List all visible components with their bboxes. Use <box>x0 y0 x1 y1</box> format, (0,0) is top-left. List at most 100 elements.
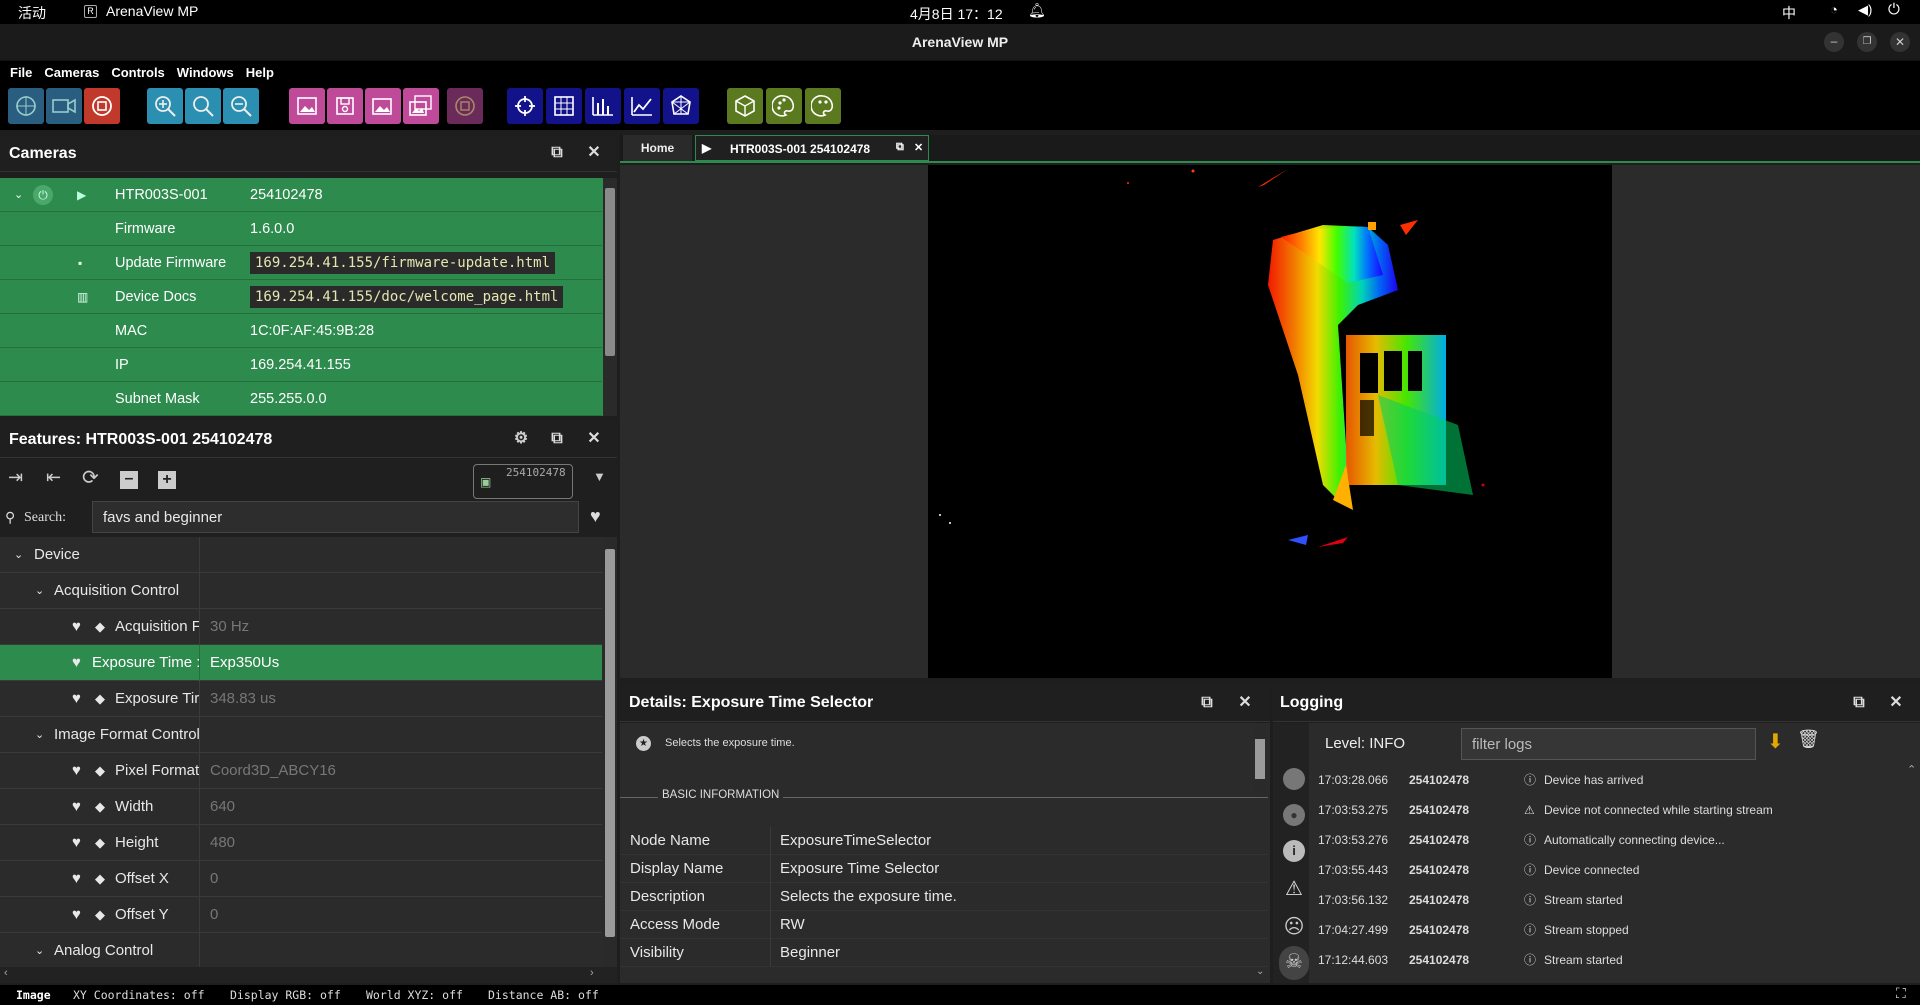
grid-icon[interactable] <box>546 88 582 124</box>
heart-icon[interactable]: ♥ <box>72 681 81 717</box>
feature-value[interactable]: 348.83 us <box>210 681 276 717</box>
log-filter-debug-icon[interactable]: ● <box>1283 804 1305 826</box>
update-firmware-link[interactable]: 169.254.41.155/firmware-update.html <box>250 252 556 274</box>
menu-help[interactable]: Help <box>236 61 274 85</box>
feature-value[interactable]: 0 <box>210 861 218 897</box>
feature-value[interactable]: 0 <box>210 897 218 933</box>
log-filter-warning-icon[interactable]: ⚠ <box>1282 876 1306 900</box>
feature-row[interactable]: ♥ ◆ Exposure Tir 348.83 us <box>0 681 602 717</box>
menu-file[interactable]: File <box>0 61 32 85</box>
multi-image-icon[interactable] <box>403 88 439 124</box>
activities-button[interactable]: 活动 <box>18 3 46 23</box>
chevron-down-icon[interactable]: ⌄ <box>35 573 44 609</box>
zoom-out-icon[interactable] <box>223 88 259 124</box>
search-input[interactable]: favs and beginner <box>92 501 579 533</box>
heart-icon[interactable]: ♥ <box>72 861 81 897</box>
menu-cameras[interactable]: Cameras <box>34 61 99 85</box>
log-filter-info-icon[interactable]: i <box>1283 840 1305 862</box>
details-scrollbar[interactable] <box>1254 727 1266 797</box>
heart-icon[interactable]: ♥ <box>72 789 81 825</box>
wifi-icon[interactable]: ◔ <box>1830 2 1838 17</box>
feature-group-device[interactable]: ⌄ Device <box>0 537 602 573</box>
heart-icon[interactable]: ♥ <box>72 753 81 789</box>
feature-row[interactable]: ♥ ◆ Offset X 0 <box>0 861 602 897</box>
refresh-icon[interactable]: ⟳ <box>82 465 99 490</box>
feature-row[interactable]: ♥ ◆ Width 640 <box>0 789 602 825</box>
feature-group-image-format[interactable]: ⌄ Image Format Control <box>0 717 602 753</box>
tag-icon[interactable]: ◆ <box>95 861 105 897</box>
undock-icon[interactable]: ⧉ <box>548 144 566 162</box>
feature-group-analog[interactable]: ⌄ Analog Control <box>0 933 602 967</box>
features-scrollbar[interactable] <box>603 537 617 967</box>
play-icon[interactable]: ▶ <box>77 178 86 212</box>
menu-controls[interactable]: Controls <box>101 61 164 85</box>
tag-icon[interactable]: ◆ <box>95 789 105 825</box>
undock-icon[interactable]: ⧉ <box>1198 694 1216 712</box>
menu-windows[interactable]: Windows <box>167 61 234 85</box>
filter-logs-input[interactable]: filter logs <box>1461 728 1756 760</box>
fullscreen-icon[interactable]: ⛶ <box>1896 986 1906 1002</box>
crosshair-circle-icon[interactable] <box>8 88 44 124</box>
close-icon[interactable]: ✕ <box>1887 694 1905 712</box>
polygon-icon[interactable] <box>663 88 699 124</box>
features-hscrollbar[interactable]: ‹ › <box>0 967 617 983</box>
feature-value[interactable]: 480 <box>210 825 235 861</box>
close-tab-icon[interactable]: ✕ <box>914 141 923 154</box>
log-filter-fatal-icon[interactable]: ☠ <box>1279 946 1309 980</box>
device-docs-link[interactable]: 169.254.41.155/doc/welcome_page.html <box>250 286 564 308</box>
feature-value[interactable]: 640 <box>210 789 235 825</box>
close-icon[interactable]: ✕ <box>585 430 603 448</box>
tab-stream[interactable]: ▶ HTR003S-001 254102478 ⧉ ✕ <box>695 135 929 161</box>
volume-icon[interactable]: ◀) <box>1858 2 1872 18</box>
close-icon[interactable]: ✕ <box>585 144 603 162</box>
feature-row-selected[interactable]: ♥ Exposure Time : Exp350Us <box>0 645 602 681</box>
export-icon[interactable]: ⇥ <box>8 467 23 488</box>
feature-value[interactable]: Exp350Us <box>210 645 279 681</box>
cameras-scrollbar[interactable] <box>603 178 617 416</box>
chevron-down-icon[interactable]: ⌄ <box>35 717 44 753</box>
tag-icon[interactable]: ◆ <box>95 753 105 789</box>
import-icon[interactable]: ⇤ <box>46 467 61 488</box>
power-icon[interactable]: ⏻ <box>1888 1 1900 18</box>
chevron-down-icon[interactable]: ⌄ <box>14 537 23 573</box>
log-filter-all-icon[interactable] <box>1283 768 1305 790</box>
heart-icon[interactable]: ♥ <box>72 897 81 933</box>
collapse-all-icon[interactable]: – <box>120 471 138 489</box>
heart-icon[interactable]: ♥ <box>72 645 81 681</box>
clock[interactable]: 4月8日 17：12 <box>910 4 1003 24</box>
gear-icon[interactable]: ⚙ <box>512 430 530 448</box>
undock-icon[interactable]: ⧉ <box>1850 694 1868 712</box>
feature-value[interactable]: Coord3D_ABCY16 <box>210 753 336 789</box>
feature-value[interactable]: 30 Hz <box>210 609 249 645</box>
expand-all-icon[interactable]: + <box>158 471 176 489</box>
feature-row[interactable]: ♥ ◆ Pixel Format Coord3D_ABCY16 <box>0 753 602 789</box>
dropdown-arrow-icon[interactable]: ▼ <box>593 469 606 484</box>
chevron-down-icon[interactable]: ⌄ <box>14 178 23 212</box>
tag-icon[interactable]: ◆ <box>95 897 105 933</box>
download-arrow-icon[interactable]: ⬇ <box>1767 729 1784 754</box>
images-icon[interactable] <box>365 88 401 124</box>
camera-row-device[interactable]: ⌄ ⏻ ▶ HTR003S-001 254102478 <box>0 178 602 212</box>
app-name[interactable]: ArenaView MP <box>106 3 198 19</box>
input-method[interactable]: 中 <box>1782 3 1796 23</box>
log-filter-error-icon[interactable]: ☹ <box>1282 914 1306 938</box>
power-icon[interactable]: ⏻ <box>33 185 53 205</box>
zoom-fit-icon[interactable] <box>147 88 183 124</box>
palette-icon[interactable] <box>766 88 802 124</box>
palette-alt-icon[interactable] <box>805 88 841 124</box>
save-image-icon[interactable] <box>327 88 363 124</box>
stop-circle-icon[interactable] <box>447 88 483 124</box>
heart-icon[interactable]: ♥ <box>72 609 81 645</box>
chevron-down-icon[interactable]: ⌄ <box>35 933 44 967</box>
histogram-icon[interactable] <box>585 88 621 124</box>
video-camera-icon[interactable] <box>46 88 82 124</box>
zoom-icon[interactable] <box>185 88 221 124</box>
trash-icon[interactable]: 🗑︎ <box>1797 729 1820 750</box>
feature-row[interactable]: ♥ ◆ Offset Y 0 <box>0 897 602 933</box>
line-chart-icon[interactable] <box>624 88 660 124</box>
minimize-button[interactable]: – <box>1824 32 1844 52</box>
favorite-hand-icon[interactable]: ♥ <box>590 506 601 527</box>
feature-group-acquisition[interactable]: ⌄ Acquisition Control <box>0 573 602 609</box>
log-level-selector[interactable]: Level: INFO <box>1325 735 1405 752</box>
undock-icon[interactable]: ⧉ <box>548 430 566 448</box>
